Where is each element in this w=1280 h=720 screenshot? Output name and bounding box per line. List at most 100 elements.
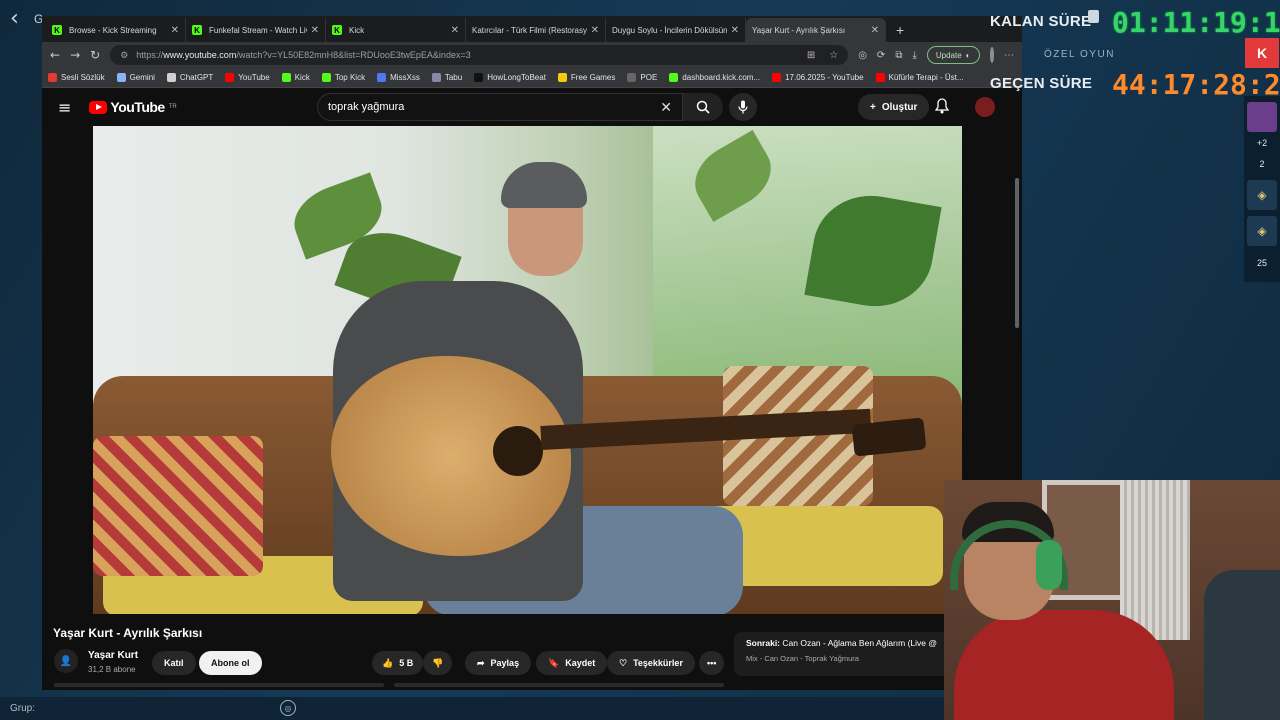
bookmark-item[interactable]: Top Kick (321, 73, 366, 82)
league-icon[interactable]: ◈ (1247, 216, 1277, 246)
new-tab-icon[interactable]: + (896, 22, 904, 38)
bookmark-item[interactable]: YouTube (225, 73, 270, 82)
tab-kick[interactable]: K Kick ✕ (326, 18, 466, 42)
tab-duygu-soylu[interactable]: Duygu Soylu - İncilerin Dökülsün ✕ (606, 18, 746, 42)
league-icon[interactable]: ◈ (1247, 180, 1277, 210)
pillow (93, 436, 263, 576)
bookmark-item[interactable]: ChatGPT (166, 73, 213, 82)
video-title: Yaşar Kurt - Ayrılık Şarkısı (53, 626, 203, 640)
channel-avatar[interactable]: 👤 (54, 649, 78, 673)
back-icon[interactable]: ← (50, 48, 60, 62)
bookmark-favicon-icon (377, 73, 387, 82)
close-icon[interactable]: ✕ (591, 25, 599, 36)
save-button[interactable]: 🔖 Kaydet (536, 651, 608, 675)
channel-name[interactable]: Yaşar Kurt (88, 650, 138, 661)
bookmark-item[interactable]: 17.06.2025 - YouTube (772, 73, 864, 82)
bookmark-item[interactable]: Kick (281, 73, 310, 82)
tab-label: Duygu Soylu - İncilerin Dökülsün (612, 25, 727, 35)
placeholder-bar (394, 683, 724, 687)
bookmark-item[interactable]: Küfürle Terapi - Üst... (875, 73, 964, 82)
tab-funkefal[interactable]: K Funkefal Stream - Watch Live ✕ (186, 18, 326, 42)
bookmark-item[interactable]: Free Games (557, 73, 615, 82)
bookmark-star-icon[interactable]: ☆ (829, 50, 838, 61)
tab-label: Yaşar Kurt - Ayrılık Şarkısı (752, 25, 846, 35)
bookmark-favicon-icon (557, 73, 567, 82)
bookmarks-bar: Sesli Sözlük Gemini ChatGPT YouTube Kick Top … (42, 68, 1022, 88)
youtube-logo[interactable]: YouTube TR (89, 99, 177, 115)
bookmark-favicon-icon (669, 73, 679, 82)
bookmark-item[interactable]: Tabu (431, 73, 462, 82)
close-icon[interactable]: ✕ (731, 25, 739, 36)
bookmark-item[interactable]: dashboard.kick.com... (669, 73, 760, 82)
back-arrow-icon[interactable]: ‹ (10, 6, 19, 31)
party-extra-count: +2 (1256, 138, 1268, 148)
bookmark-item[interactable]: Gemini (116, 73, 155, 82)
bookmark-label: Kick (294, 73, 310, 82)
hamburger-menu-icon[interactable]: ≡ (58, 98, 71, 117)
share-icon: ➦ (477, 657, 485, 668)
up-next-prefix: Sonraki: (746, 638, 781, 648)
join-button[interactable]: Katıl (152, 651, 196, 675)
youtube-page: ≡ YouTubeTR toprak yağmura ✕ + Oluştur (42, 88, 1022, 690)
extension-icon[interactable]: ◎ (858, 50, 867, 61)
subscribe-button[interactable]: Abone ol (199, 651, 262, 675)
site-info-icon[interactable]: ⚙ (120, 50, 128, 61)
page-scrollbar[interactable] (1015, 178, 1019, 328)
sync-icon[interactable]: ⟳ (877, 50, 885, 61)
create-button[interactable]: + Oluştur (858, 94, 930, 120)
url-text: https://www.youtube.com/watch?v=YL50E82m… (136, 50, 470, 60)
kick-channel-logo: K (1245, 38, 1279, 68)
party-member-avatar[interactable] (1247, 102, 1277, 132)
bookmark-item[interactable]: POE (627, 73, 657, 82)
reload-icon[interactable]: ↻ (90, 48, 100, 62)
more-dots-icon: ••• (707, 658, 717, 668)
join-label: Katıl (164, 658, 184, 668)
search-button[interactable] (683, 93, 723, 121)
close-icon[interactable]: ✕ (871, 25, 879, 36)
update-button[interactable]: Update ◐ (926, 46, 980, 64)
clear-search-icon[interactable]: ✕ (660, 99, 672, 116)
profile-avatar[interactable] (989, 47, 994, 63)
create-label: Oluştur (881, 101, 918, 113)
placeholder-bar (54, 683, 384, 687)
thanks-button[interactable]: ♡ Teşekkürler (607, 651, 695, 675)
webcam-feed (944, 480, 1280, 720)
notifications-bell-icon[interactable] (935, 98, 949, 114)
search-input[interactable]: toprak yağmura ✕ (317, 93, 683, 121)
bookmark-item[interactable]: Sesli Sözlük (48, 73, 105, 82)
bookmark-item[interactable]: HowLongToBeat (474, 73, 546, 82)
like-button[interactable]: 👍 5 B (372, 651, 424, 675)
bookmark-item[interactable]: MissXss (377, 73, 420, 82)
tab-katircilar[interactable]: Katırcılar - Türk Filmi (Restorasyon) ✕ (466, 18, 606, 42)
forward-icon[interactable]: → (70, 48, 80, 62)
bookmark-favicon-icon (281, 73, 291, 82)
tab-label: Funkefal Stream - Watch Live (209, 25, 307, 35)
youtube-wordmark: YouTube (110, 99, 165, 115)
tab-yasar-kurt[interactable]: Yaşar Kurt - Ayrılık Şarkısı ✕ (746, 18, 886, 42)
puzzle-icon[interactable]: ⧉ (895, 50, 902, 61)
search-value: toprak yağmura (328, 101, 405, 113)
bookmark-label: Küfürle Terapi - Üst... (888, 73, 964, 82)
chat-settings-icon[interactable]: ◎ (280, 700, 296, 716)
special-game-label: ÖZEL OYUN (1044, 49, 1115, 60)
bookmark-label: HowLongToBeat (487, 73, 546, 82)
more-actions-button[interactable]: ••• (699, 651, 725, 675)
tab-kick-browse[interactable]: K Browse - Kick Streaming ✕ (46, 18, 186, 42)
close-icon[interactable]: ✕ (171, 25, 179, 36)
subscribe-label: Abone ol (211, 658, 250, 668)
url-input[interactable]: ⚙ https://www.youtube.com/watch?v=YL50E8… (110, 45, 849, 65)
user-avatar[interactable] (975, 97, 995, 117)
download-icon[interactable]: ⤓ (912, 50, 916, 61)
dislike-button[interactable]: 👎 (423, 651, 453, 675)
bookmark-label: Top Kick (334, 73, 366, 82)
close-icon[interactable]: ✕ (311, 25, 319, 36)
remaining-time-label: KALAN SÜRE (990, 13, 1092, 30)
close-icon[interactable]: ✕ (451, 25, 459, 36)
menu-dots-icon[interactable]: ⋯ (1004, 50, 1014, 61)
video-player[interactable] (93, 126, 962, 614)
update-label: Update (935, 50, 962, 60)
voice-search-button[interactable] (729, 93, 757, 121)
region-code: TR (168, 104, 177, 110)
share-button[interactable]: ➦ Paylaş (465, 651, 532, 675)
install-icon[interactable]: ⊞ (807, 50, 815, 61)
